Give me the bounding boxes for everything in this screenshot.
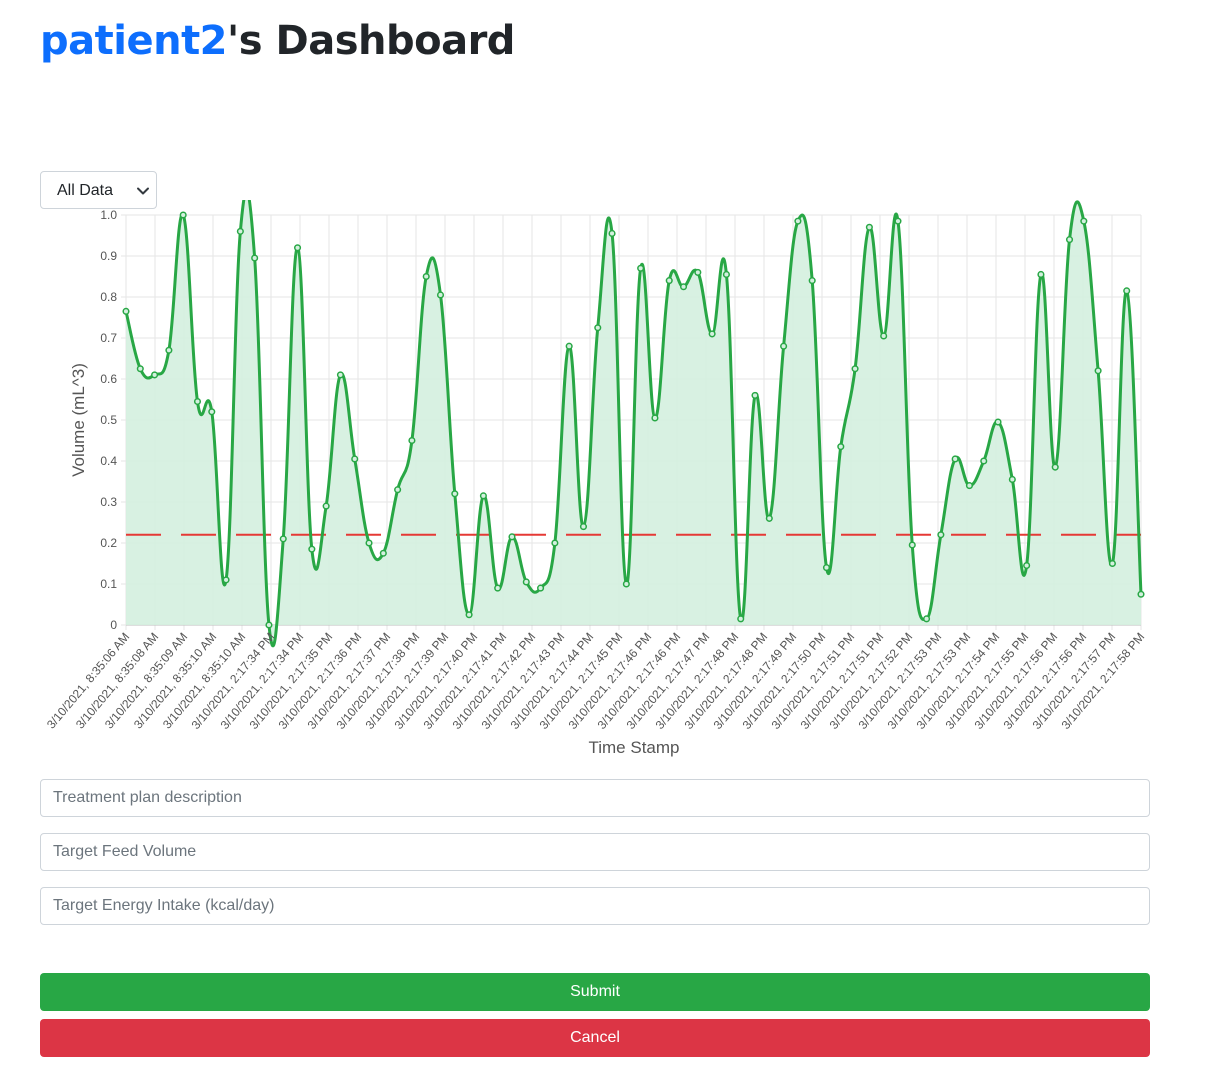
data-point bbox=[651, 414, 659, 422]
data-point bbox=[608, 229, 616, 238]
cancel-button[interactable]: Cancel bbox=[40, 1019, 1150, 1057]
data-point bbox=[908, 541, 916, 549]
data-point bbox=[122, 307, 130, 315]
data-point bbox=[694, 268, 702, 276]
data-point bbox=[537, 584, 545, 592]
y-tick-label: 0.4 bbox=[100, 454, 117, 468]
volume-chart: 0 0.1 0.2 0.3 0.4 0.5 0.6 0.7 0.8 0.9 1.0 3/10/202… bbox=[44, 200, 1147, 757]
data-point bbox=[622, 580, 630, 588]
username: patient2 bbox=[40, 18, 228, 64]
data-point bbox=[179, 211, 187, 219]
y-tick-label: 0.3 bbox=[100, 495, 117, 509]
target-feed-volume-input[interactable] bbox=[40, 833, 1150, 871]
data-point bbox=[822, 564, 831, 572]
data-point bbox=[1065, 236, 1074, 244]
data-point bbox=[208, 408, 216, 416]
y-tick-label: 0.5 bbox=[100, 413, 117, 427]
data-point bbox=[379, 549, 387, 557]
data-point bbox=[422, 272, 430, 281]
data-point bbox=[508, 533, 516, 541]
data-point bbox=[837, 443, 845, 451]
data-point bbox=[1051, 463, 1059, 471]
data-point bbox=[980, 457, 988, 465]
data-point bbox=[408, 436, 416, 445]
data-point bbox=[880, 332, 888, 340]
data-point bbox=[193, 398, 202, 406]
data-point bbox=[594, 324, 602, 332]
data-point bbox=[351, 455, 359, 463]
target-energy-intake-input[interactable] bbox=[40, 887, 1150, 925]
data-point bbox=[236, 227, 244, 235]
data-point bbox=[780, 342, 788, 350]
title-suffix: 's Dashboard bbox=[227, 18, 515, 64]
data-point bbox=[965, 482, 974, 490]
data-point bbox=[737, 615, 745, 623]
data-point bbox=[394, 486, 402, 494]
data-point bbox=[865, 223, 873, 231]
data-point bbox=[937, 531, 945, 539]
data-point bbox=[479, 492, 487, 500]
data-point bbox=[1008, 475, 1016, 484]
data-point bbox=[808, 277, 816, 285]
data-point bbox=[251, 254, 259, 262]
data-point bbox=[365, 539, 373, 547]
data-point bbox=[265, 621, 273, 629]
data-point bbox=[465, 611, 473, 619]
y-tick-label: 0.6 bbox=[100, 372, 117, 386]
data-point bbox=[951, 455, 959, 463]
data-range-value: All Data bbox=[57, 182, 114, 199]
data-point bbox=[1108, 559, 1116, 568]
data-point bbox=[436, 291, 445, 299]
data-point bbox=[565, 342, 573, 350]
data-point bbox=[551, 539, 559, 547]
data-point bbox=[923, 615, 931, 623]
data-point bbox=[894, 217, 902, 225]
y-axis-label: Volume (mL^3) bbox=[69, 363, 88, 477]
y-tick-label: 0.9 bbox=[100, 249, 117, 263]
data-point bbox=[708, 330, 716, 338]
data-point bbox=[293, 244, 302, 252]
data-point bbox=[637, 264, 645, 272]
data-point bbox=[165, 346, 173, 354]
data-point bbox=[1037, 270, 1045, 278]
data-point bbox=[1023, 562, 1031, 570]
x-axis-ticks: 3/10/2021, 8:35:06 AM3/10/2021, 8:35:08 … bbox=[44, 630, 1147, 732]
y-axis-ticks: 0 0.1 0.2 0.3 0.4 0.5 0.6 0.7 0.8 0.9 1.0 bbox=[100, 208, 117, 632]
x-axis-label: Time Stamp bbox=[588, 738, 679, 757]
data-point bbox=[308, 545, 316, 553]
y-tick-label: 1.0 bbox=[100, 208, 117, 222]
data-point bbox=[1080, 217, 1088, 225]
data-point bbox=[994, 418, 1002, 426]
data-point bbox=[136, 365, 144, 373]
y-tick-label: 0.8 bbox=[100, 290, 117, 304]
data-point bbox=[494, 584, 502, 592]
data-point bbox=[1123, 287, 1131, 295]
data-point bbox=[851, 365, 859, 373]
data-point bbox=[679, 283, 688, 291]
data-point bbox=[151, 371, 159, 379]
data-point bbox=[579, 523, 588, 531]
data-point bbox=[1094, 367, 1102, 375]
data-point bbox=[765, 514, 773, 522]
data-point bbox=[751, 391, 759, 399]
y-tick-label: 0.7 bbox=[100, 331, 117, 345]
page-title: patient2's Dashboard bbox=[40, 18, 515, 64]
data-point bbox=[665, 277, 673, 285]
data-point bbox=[451, 490, 459, 498]
data-point bbox=[336, 371, 344, 379]
data-point bbox=[722, 270, 730, 278]
data-point bbox=[222, 576, 230, 584]
y-tick-label: 0.2 bbox=[100, 536, 117, 550]
data-point bbox=[322, 502, 330, 510]
y-tick-label: 0 bbox=[110, 618, 117, 632]
data-point bbox=[1137, 590, 1145, 598]
treatment-plan-input[interactable] bbox=[40, 779, 1150, 817]
y-tick-label: 0.1 bbox=[100, 577, 117, 591]
data-point bbox=[522, 578, 530, 586]
submit-button[interactable]: Submit bbox=[40, 973, 1150, 1011]
data-point bbox=[794, 217, 802, 225]
data-point bbox=[279, 535, 287, 543]
